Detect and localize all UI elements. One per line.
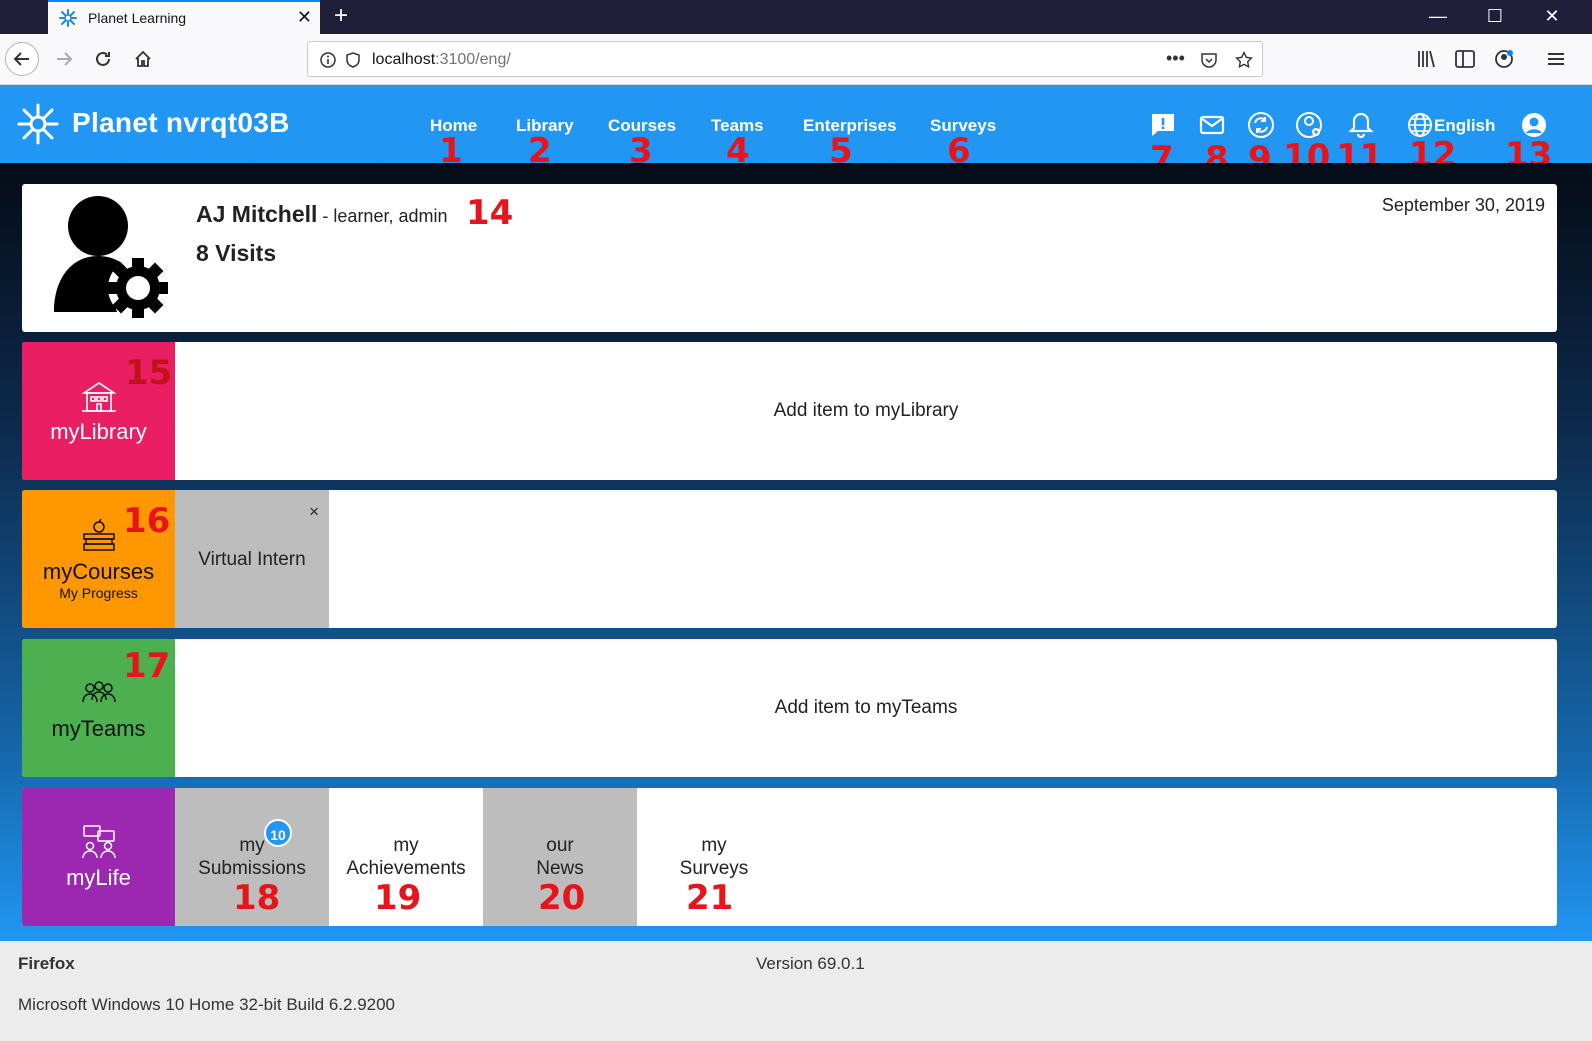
profile-card: AJ Mitchell - learner, admin 14 8 Visits… [22, 184, 1557, 332]
mycourses-section: myCourses My Progress 16 × Virtual Inter… [22, 490, 1557, 628]
submissions-line1: my [239, 835, 265, 856]
account-icon[interactable] [1492, 47, 1516, 71]
app-title[interactable]: Planet nvrqt03B [72, 107, 290, 139]
books-apple-icon [82, 518, 115, 551]
bell-icon[interactable] [1346, 110, 1376, 140]
browser-tab[interactable]: Planet Learning ✕ [48, 0, 320, 34]
mylife-tile[interactable]: myLife [22, 788, 175, 926]
mylibrary-section: myLibrary 15 Add item to myLibrary [22, 342, 1557, 480]
marker-18: 18 [233, 878, 281, 918]
footer-os: Microsoft Windows 10 Home 32-bit Build 6… [18, 995, 396, 1014]
new-tab-button[interactable]: + [334, 2, 348, 30]
maximize-button[interactable]: ☐ [1482, 4, 1508, 28]
profile-roles: - learner, admin [317, 206, 448, 226]
more-actions-icon[interactable]: ••• [1166, 48, 1185, 69]
news-label: our News [483, 834, 637, 880]
home-icon [135, 50, 151, 67]
achievements-label: my Achievements [329, 834, 483, 880]
language-selector[interactable]: English [1434, 116, 1495, 136]
library-building-icon [80, 382, 117, 412]
surveys-label: my Surveys [637, 834, 791, 880]
reload-button[interactable] [86, 42, 120, 76]
profile-visits: 8 Visits [196, 240, 277, 266]
back-button[interactable] [5, 42, 39, 76]
library-icon[interactable] [1414, 47, 1438, 71]
marker-16: 16 [123, 501, 171, 541]
submissions-line2: Submissions [198, 858, 306, 879]
mylife-achievements[interactable]: my Achievements 19 [329, 788, 483, 926]
mylibrary-label: myLibrary [50, 419, 147, 444]
footer-version: Version 69.0.1 [756, 954, 865, 973]
tab-title: Planet Learning [88, 10, 187, 26]
forward-arrow-icon [57, 52, 73, 66]
profile-date: September 30, 2019 [1381, 195, 1545, 215]
surveys-line2: Surveys [679, 858, 749, 879]
achievements-line2: Achievements [346, 858, 466, 879]
myteams-section: myTeams 17 Add item to myTeams [22, 639, 1557, 777]
menu-icon[interactable] [1544, 47, 1568, 71]
mylife-label: myLife [66, 865, 131, 890]
marker-19: 19 [374, 878, 422, 918]
url-text[interactable]: localhost:3100/eng/ [372, 51, 511, 69]
mylife-submissions[interactable]: my Submissions 10 18 [175, 788, 329, 926]
mylife-section: myLife my Submissions 10 18 my Achievement… [22, 788, 1557, 926]
forward-button[interactable] [47, 42, 81, 76]
remove-course-button[interactable]: × [309, 502, 319, 522]
tab-close-button[interactable]: ✕ [297, 7, 312, 27]
team-group-icon [81, 681, 116, 703]
sync-icon[interactable] [1246, 110, 1276, 140]
reload-icon [96, 51, 110, 66]
manager-settings-icon[interactable] [1294, 110, 1324, 140]
url-path: :3100/eng/ [435, 51, 511, 68]
mylife-news[interactable]: our News 20 [483, 788, 637, 926]
browser-tab-strip: Planet Learning ✕ + — ☐ ✕ [0, 0, 1592, 34]
info-icon[interactable] [319, 51, 337, 69]
feedback-icon[interactable] [1148, 110, 1178, 140]
mylife-surveys[interactable]: my Surveys 21 [637, 788, 791, 926]
submissions-label: my Submissions [175, 834, 329, 880]
marker-14: 14 [466, 193, 514, 233]
news-line2: News [536, 858, 584, 879]
footer: Firefox Version 69.0.1 Microsoft Windows… [0, 941, 1592, 1041]
window-close-button[interactable]: ✕ [1539, 4, 1565, 28]
bookmark-star-icon[interactable] [1235, 51, 1253, 69]
browser-toolbar: localhost:3100/eng/ ••• [0, 34, 1592, 85]
pocket-icon[interactable] [1200, 51, 1218, 69]
planet-logo-icon [59, 9, 77, 27]
news-line1: our [546, 835, 574, 856]
minimize-button[interactable]: — [1425, 4, 1451, 28]
app-header: Planet nvrqt03B Home Library Courses Tea… [0, 85, 1592, 176]
myteams-label: myTeams [51, 716, 146, 741]
surveys-line1: my [701, 835, 727, 856]
sidebar-icon[interactable] [1453, 47, 1477, 71]
back-arrow-icon [13, 52, 29, 66]
planet-logo-icon[interactable] [16, 102, 60, 146]
course-item[interactable]: × Virtual Intern [175, 490, 329, 628]
shield-icon[interactable] [344, 51, 362, 69]
user-admin-avatar-icon [54, 196, 168, 318]
submissions-count-badge: 10 [264, 819, 292, 847]
home-button[interactable] [126, 42, 160, 76]
mylibrary-empty-message: Add item to myLibrary [773, 400, 959, 421]
address-bar[interactable]: localhost:3100/eng/ ••• [307, 41, 1263, 77]
myteams-empty-message: Add item to myTeams [774, 697, 958, 718]
marker-20: 20 [538, 878, 586, 918]
footer-browser: Firefox [18, 954, 75, 973]
course-title: Virtual Intern [198, 549, 306, 570]
my-progress-link[interactable]: My Progress [59, 585, 138, 601]
marker-15: 15 [125, 353, 173, 393]
people-chat-icon [81, 825, 116, 859]
mycourses-label: myCourses [42, 559, 155, 584]
achievements-line1: my [393, 835, 419, 856]
url-host: localhost [372, 51, 436, 68]
marker-17: 17 [123, 646, 171, 686]
profile-name[interactable]: AJ Mitchell [196, 201, 317, 227]
marker-21: 21 [686, 878, 734, 918]
mail-icon[interactable] [1197, 110, 1227, 140]
profile-name-line: AJ Mitchell - learner, admin [196, 201, 447, 228]
